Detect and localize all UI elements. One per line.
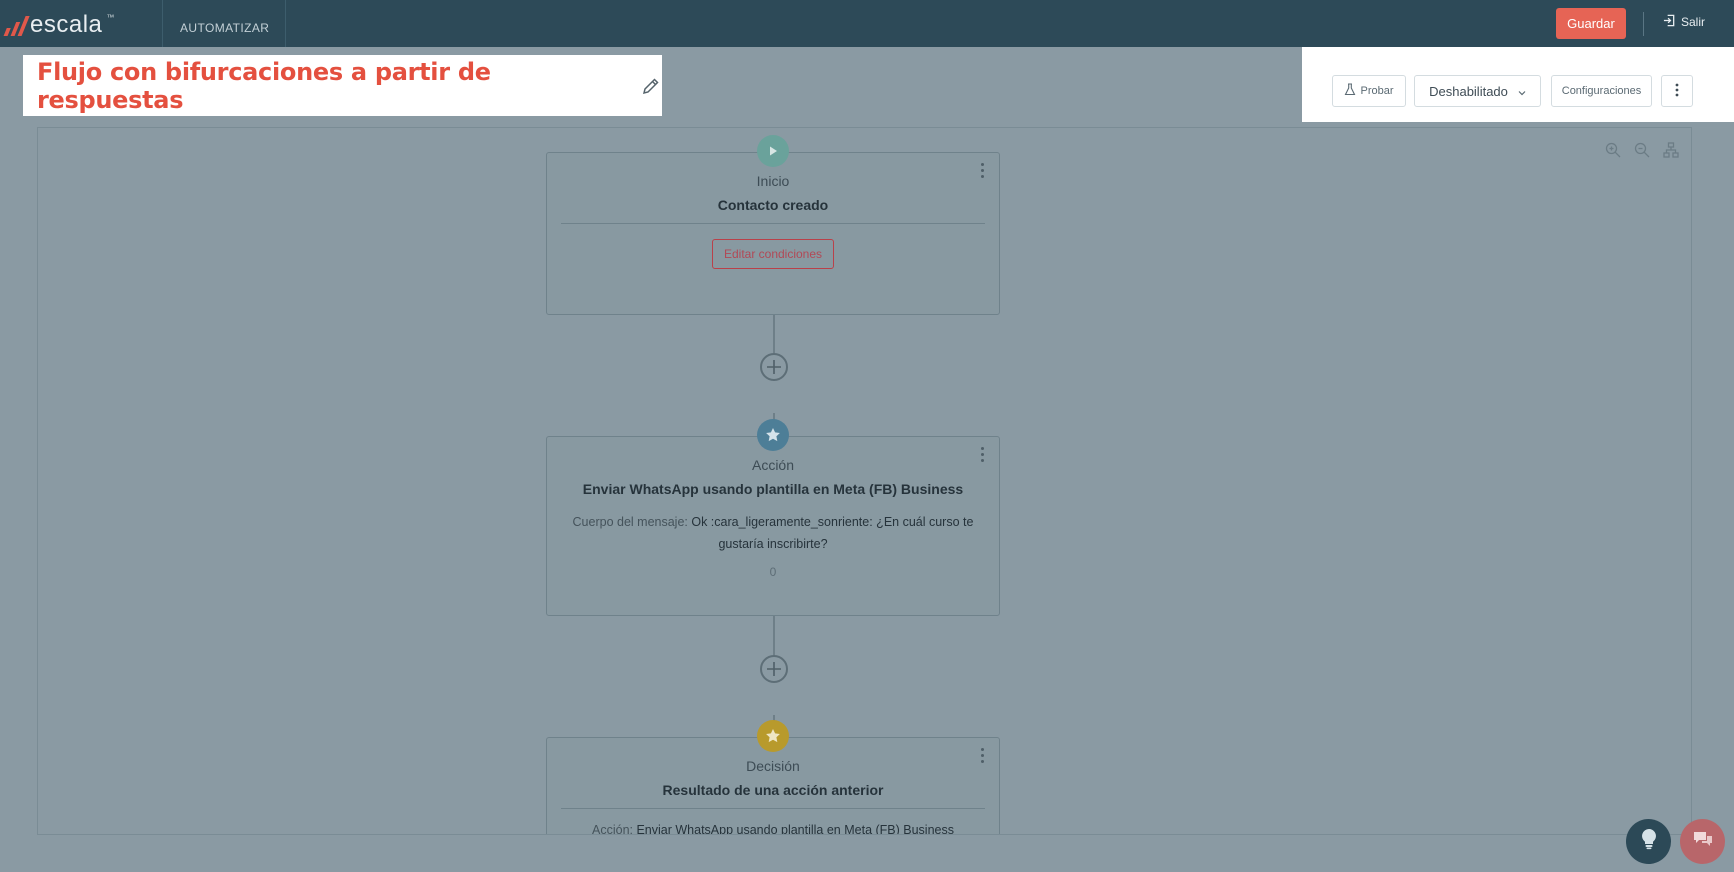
flow-toolbar: Probar Deshabilitado Configuraciones	[1302, 47, 1734, 122]
add-step-button[interactable]	[760, 353, 788, 381]
test-label: Probar	[1360, 85, 1394, 97]
message-body: Cuerpo del mensaje: Ok :cara_ligeramente…	[567, 511, 979, 555]
more-options-button[interactable]	[1661, 75, 1693, 107]
flask-icon	[1344, 83, 1356, 99]
trigger-node[interactable]: Inicio Contacto creado Editar condicione…	[546, 135, 1000, 315]
add-step-button[interactable]	[760, 655, 788, 683]
node-title: Contacto creado	[717, 197, 829, 213]
escala-logo[interactable]: escala ™	[3, 11, 115, 39]
action-node[interactable]: Acción Enviar WhatsApp usando plantilla …	[546, 419, 1000, 616]
lightbulb-icon	[1640, 828, 1658, 855]
zoom-out-icon[interactable]	[1634, 142, 1650, 158]
logo-bars-icon	[3, 14, 31, 36]
node-menu-icon[interactable]	[981, 447, 985, 462]
node-count: 0	[769, 565, 777, 579]
decision-action-label: Acción:	[592, 823, 637, 835]
nav-divider	[1643, 12, 1644, 36]
node-kind: Inicio	[756, 173, 790, 189]
flow-canvas[interactable]: Inicio Contacto creado Editar condicione…	[37, 127, 1692, 835]
star-icon	[757, 419, 789, 451]
logo-trademark: ™	[106, 12, 115, 22]
test-button[interactable]: Probar	[1332, 75, 1406, 107]
zoom-in-icon[interactable]	[1605, 142, 1621, 158]
canvas-tools	[1605, 142, 1679, 158]
decision-action-text: Enviar WhatsApp usando plantilla en Meta…	[636, 823, 954, 835]
node-kind: Acción	[751, 457, 795, 473]
logo-text: escala	[30, 11, 103, 38]
chevron-down-icon	[1518, 84, 1526, 99]
page-title: Flujo con bifurcaciones a partir de resp…	[37, 57, 491, 114]
status-value: Deshabilitado	[1429, 83, 1508, 99]
message-body-text: Ok :cara_ligeramente_sonriente: ¿En cuál…	[691, 515, 974, 551]
star-icon	[757, 720, 789, 752]
hierarchy-icon[interactable]	[1663, 142, 1679, 158]
logout-icon	[1663, 14, 1676, 30]
pencil-icon[interactable]	[641, 75, 662, 97]
decision-action: Acción: Enviar WhatsApp usando plantilla…	[567, 819, 979, 835]
node-title: Enviar WhatsApp usando plantilla en Meta…	[582, 481, 964, 497]
play-icon	[757, 135, 789, 167]
kebab-icon	[1675, 83, 1679, 100]
message-body-label: Cuerpo del mensaje:	[572, 515, 692, 529]
node-menu-icon[interactable]	[981, 748, 985, 763]
status-dropdown[interactable]: Deshabilitado	[1414, 75, 1541, 107]
flow-title-card: Flujo con bifurcaciones a partir de resp…	[23, 55, 662, 116]
nav-item-automatizar[interactable]: AUTOMATIZAR	[162, 0, 287, 47]
edit-conditions-button[interactable]: Editar condiciones	[711, 239, 835, 269]
node-divider	[561, 808, 985, 809]
save-button[interactable]: Guardar	[1556, 8, 1626, 39]
chat-button[interactable]	[1680, 819, 1725, 864]
node-title: Resultado de una acción anterior	[662, 782, 884, 798]
node-menu-icon[interactable]	[981, 163, 985, 178]
exit-button[interactable]: Salir	[1663, 14, 1705, 30]
node-divider	[561, 223, 985, 224]
node-kind: Decisión	[746, 758, 800, 774]
top-navbar: escala ™ AUTOMATIZAR Guardar Salir	[0, 0, 1734, 47]
tips-button[interactable]	[1626, 819, 1671, 864]
decision-node[interactable]: Decisión Resultado de una acción anterio…	[546, 720, 1000, 835]
settings-button[interactable]: Configuraciones	[1551, 75, 1652, 107]
exit-label: Salir	[1681, 15, 1706, 29]
chat-icon	[1692, 830, 1714, 853]
